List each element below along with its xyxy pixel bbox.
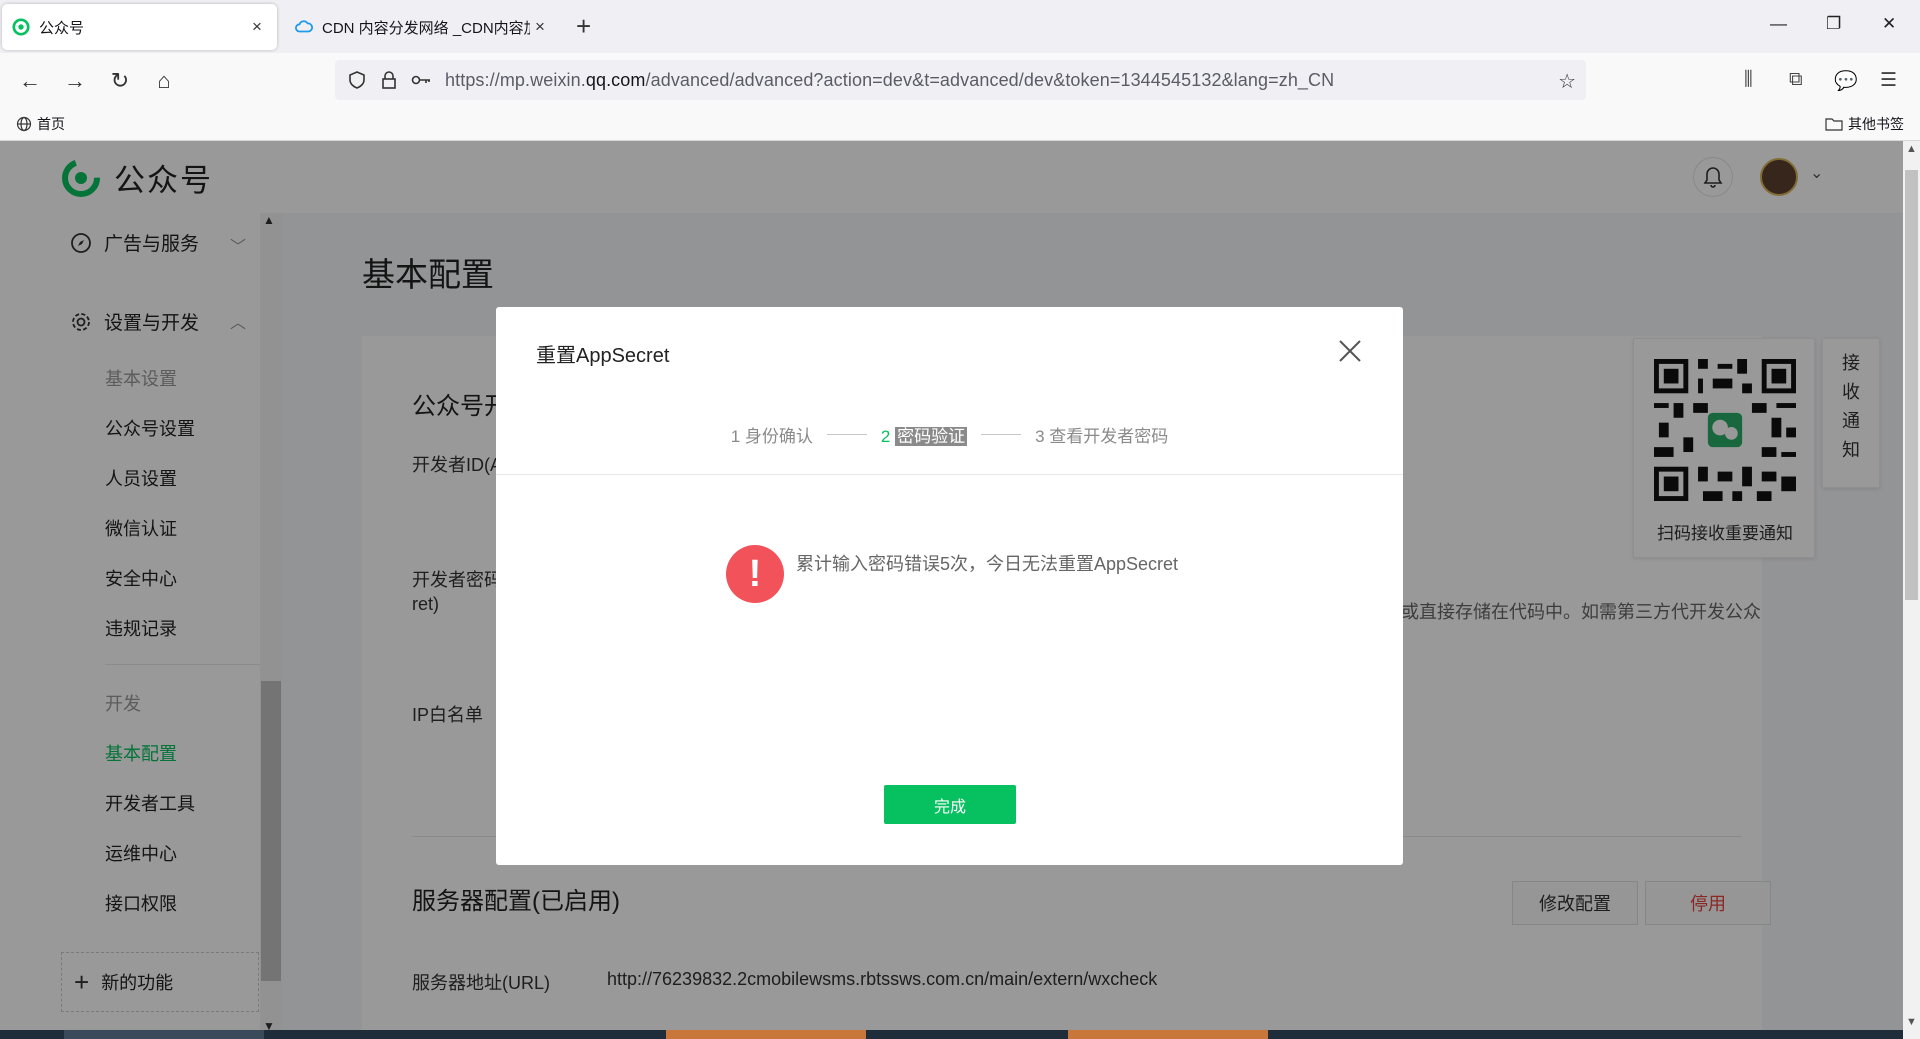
new-tab-button[interactable]: + xyxy=(576,13,591,39)
warning-icon: ! xyxy=(726,545,784,603)
library-icon[interactable]: ⫼ xyxy=(1744,69,1753,91)
page-scroll-down-icon[interactable]: ▼ xyxy=(1906,1016,1917,1028)
back-arrow-icon[interactable]: ← xyxy=(16,67,44,95)
dialog-divider xyxy=(496,474,1403,475)
bookmark-star-icon[interactable]: ☆ xyxy=(1558,69,1576,94)
key-icon[interactable] xyxy=(411,70,431,90)
home-icon[interactable]: ⌂ xyxy=(150,67,178,95)
url-text[interactable]: https://mp.weixin.qq.com/advanced/advanc… xyxy=(445,70,1334,91)
bookmark-other[interactable]: 其他书签 xyxy=(1825,114,1904,134)
chat-bubble-icon[interactable]: 💬 xyxy=(1834,69,1858,93)
screenshot-crop-icon[interactable]: ⧉ xyxy=(1789,69,1803,91)
close-window-icon[interactable]: ✕ xyxy=(1882,14,1896,34)
tab-gongzhonghao[interactable]: 公众号 × xyxy=(2,4,277,50)
wechat-mp-favicon-icon xyxy=(12,18,30,36)
taskbar xyxy=(0,1030,1903,1039)
minimize-icon[interactable]: — xyxy=(1770,14,1787,34)
step-indicator: 1 身份确认 2 密码验证 3 查看开发者密码 xyxy=(496,422,1403,447)
tab-close-icon[interactable]: × xyxy=(530,17,550,37)
browser-nav-bar: ← → ↻ ⌂ https://mp.weixin.qq.com/advance… xyxy=(0,53,1920,107)
step-1: 1 身份确认 xyxy=(730,427,813,446)
tab-title: CDN 内容分发网络 _CDN内容加 xyxy=(322,19,530,37)
dialog-title: 重置AppSecret xyxy=(536,345,670,367)
bookmark-other-label: 其他书签 xyxy=(1848,116,1904,132)
done-button[interactable]: 完成 xyxy=(884,785,1016,824)
error-message: 累计输入密码错误5次，今日无法重置AppSecret xyxy=(796,554,1179,574)
bookmark-home-label: 首页 xyxy=(37,116,65,132)
page-scroll-up-icon[interactable]: ▲ xyxy=(1906,143,1917,155)
taskbar-item[interactable] xyxy=(666,1030,866,1039)
tab-close-icon[interactable]: × xyxy=(247,17,267,37)
taskbar-item[interactable] xyxy=(1068,1030,1268,1039)
step-3: 3 查看开发者密码 xyxy=(1035,427,1169,446)
taskbar-item[interactable] xyxy=(64,1030,264,1039)
bookmark-home[interactable]: 首页 xyxy=(16,114,65,134)
bookmarks-bar: 首页 其他书签 xyxy=(0,107,1920,141)
reset-appsecret-dialog: 重置AppSecret 1 身份确认 2 密码验证 3 查看开发者密码 ! 累计… xyxy=(496,307,1403,865)
step-separator xyxy=(981,434,1022,435)
forward-arrow-icon[interactable]: → xyxy=(61,67,89,95)
hamburger-menu-icon[interactable]: ☰ xyxy=(1880,69,1897,92)
browser-tab-bar: 公众号 × CDN 内容分发网络 _CDN内容加 × + — ❐ ✕ xyxy=(0,0,1920,53)
globe-icon xyxy=(16,116,32,132)
restore-icon[interactable]: ❐ xyxy=(1826,14,1841,34)
page-scroll-thumb[interactable] xyxy=(1905,170,1918,600)
reload-icon[interactable]: ↻ xyxy=(106,67,134,95)
tab-title: 公众号 xyxy=(39,19,85,37)
cloud-favicon-icon xyxy=(295,20,313,33)
folder-icon xyxy=(1825,118,1843,131)
shield-icon[interactable] xyxy=(347,70,367,90)
close-icon[interactable] xyxy=(1336,337,1364,365)
step-2: 2 密码验证 xyxy=(880,427,968,446)
url-bar[interactable]: https://mp.weixin.qq.com/advanced/advanc… xyxy=(335,60,1586,100)
lock-icon[interactable] xyxy=(379,70,399,90)
tab-cdn[interactable]: CDN 内容分发网络 _CDN内容加 × xyxy=(285,4,560,50)
step-separator xyxy=(826,434,867,435)
